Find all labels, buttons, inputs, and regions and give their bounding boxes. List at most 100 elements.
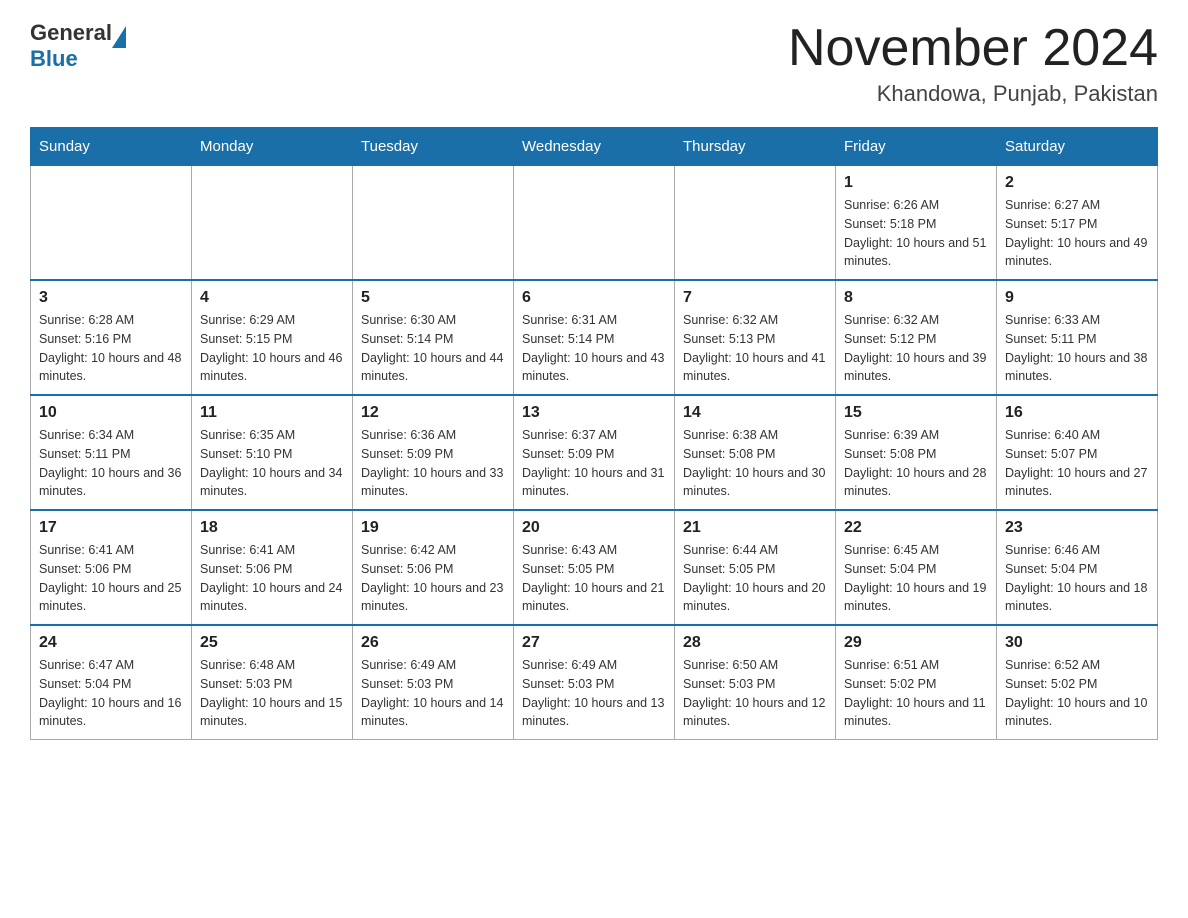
day-info: Sunrise: 6:45 AMSunset: 5:04 PMDaylight:…: [844, 541, 988, 616]
calendar-cell: 6 Sunrise: 6:31 AMSunset: 5:14 PMDaylight…: [514, 280, 675, 395]
day-info: Sunrise: 6:41 AMSunset: 5:06 PMDaylight:…: [200, 541, 344, 616]
title-section: November 2024 Khandowa, Punjab, Pakistan: [788, 20, 1158, 107]
calendar-cell: 30 Sunrise: 6:52 AMSunset: 5:02 PMDayligh…: [997, 625, 1158, 740]
calendar-cell: 24 Sunrise: 6:47 AMSunset: 5:04 PMDayligh…: [31, 625, 192, 740]
day-info: Sunrise: 6:29 AMSunset: 5:15 PMDaylight:…: [200, 311, 344, 386]
calendar-cell: 13 Sunrise: 6:37 AMSunset: 5:09 PMDayligh…: [514, 395, 675, 510]
day-number: 7: [683, 289, 827, 307]
day-info: Sunrise: 6:49 AMSunset: 5:03 PMDaylight:…: [361, 656, 505, 731]
day-of-week-header: Wednesday: [514, 128, 675, 166]
day-number: 12: [361, 404, 505, 422]
day-number: 13: [522, 404, 666, 422]
day-of-week-header: Tuesday: [353, 128, 514, 166]
calendar-cell: 4 Sunrise: 6:29 AMSunset: 5:15 PMDaylight…: [192, 280, 353, 395]
calendar-week-row: 17 Sunrise: 6:41 AMSunset: 5:06 PMDayligh…: [31, 510, 1158, 625]
day-number: 24: [39, 634, 183, 652]
day-number: 17: [39, 519, 183, 537]
calendar-cell: 10Sunrise: 6:34 AMSunset: 5:11 PMDayligh…: [31, 395, 192, 510]
day-info: Sunrise: 6:44 AMSunset: 5:05 PMDaylight:…: [683, 541, 827, 616]
day-info: Sunrise: 6:47 AMSunset: 5:04 PMDaylight:…: [39, 656, 183, 731]
day-info: Sunrise: 6:39 AMSunset: 5:08 PMDaylight:…: [844, 426, 988, 501]
day-number: 1: [844, 174, 988, 192]
calendar-cell: 17 Sunrise: 6:41 AMSunset: 5:06 PMDayligh…: [31, 510, 192, 625]
day-info: Sunrise: 6:27 AMSunset: 5:17 PMDaylight:…: [1005, 196, 1149, 271]
calendar-cell: 8 Sunrise: 6:32 AMSunset: 5:12 PMDaylight…: [836, 280, 997, 395]
day-number: 9: [1005, 289, 1149, 307]
calendar-cell: 21Sunrise: 6:44 AMSunset: 5:05 PMDayligh…: [675, 510, 836, 625]
page-header: General Blue November 2024 Khandowa, Pun…: [30, 20, 1158, 107]
calendar-cell: 23 Sunrise: 6:46 AMSunset: 5:04 PMDayligh…: [997, 510, 1158, 625]
calendar-cell: [514, 166, 675, 281]
day-number: 30: [1005, 634, 1149, 652]
day-number: 18: [200, 519, 344, 537]
day-info: Sunrise: 6:34 AMSunset: 5:11 PMDaylight:…: [39, 426, 183, 501]
day-number: 5: [361, 289, 505, 307]
calendar-cell: 27 Sunrise: 6:49 AMSunset: 5:03 PMDayligh…: [514, 625, 675, 740]
day-info: Sunrise: 6:32 AMSunset: 5:13 PMDaylight:…: [683, 311, 827, 386]
day-of-week-header: Friday: [836, 128, 997, 166]
calendar-cell: 11 Sunrise: 6:35 AMSunset: 5:10 PMDayligh…: [192, 395, 353, 510]
day-number: 22: [844, 519, 988, 537]
location-subtitle: Khandowa, Punjab, Pakistan: [788, 81, 1158, 107]
month-year-title: November 2024: [788, 20, 1158, 77]
calendar-cell: 3Sunrise: 6:28 AMSunset: 5:16 PMDaylight…: [31, 280, 192, 395]
day-info: Sunrise: 6:42 AMSunset: 5:06 PMDaylight:…: [361, 541, 505, 616]
calendar-header-row: SundayMondayTuesdayWednesdayThursdayFrid…: [31, 128, 1158, 166]
calendar-cell: 18 Sunrise: 6:41 AMSunset: 5:06 PMDayligh…: [192, 510, 353, 625]
day-number: 11: [200, 404, 344, 422]
day-info: Sunrise: 6:37 AMSunset: 5:09 PMDaylight:…: [522, 426, 666, 501]
logo: General Blue: [30, 20, 126, 72]
logo-general-text: General: [30, 20, 112, 46]
day-number: 26: [361, 634, 505, 652]
calendar-cell: 7 Sunrise: 6:32 AMSunset: 5:13 PMDaylight…: [675, 280, 836, 395]
day-info: Sunrise: 6:31 AMSunset: 5:14 PMDaylight:…: [522, 311, 666, 386]
calendar-cell: [675, 166, 836, 281]
day-info: Sunrise: 6:30 AMSunset: 5:14 PMDaylight:…: [361, 311, 505, 386]
day-info: Sunrise: 6:35 AMSunset: 5:10 PMDaylight:…: [200, 426, 344, 501]
day-info: Sunrise: 6:49 AMSunset: 5:03 PMDaylight:…: [522, 656, 666, 731]
day-number: 16: [1005, 404, 1149, 422]
day-info: Sunrise: 6:41 AMSunset: 5:06 PMDaylight:…: [39, 541, 183, 616]
day-number: 29: [844, 634, 988, 652]
day-number: 14: [683, 404, 827, 422]
calendar-cell: 19Sunrise: 6:42 AMSunset: 5:06 PMDayligh…: [353, 510, 514, 625]
calendar-cell: 25Sunrise: 6:48 AMSunset: 5:03 PMDayligh…: [192, 625, 353, 740]
day-of-week-header: Saturday: [997, 128, 1158, 166]
day-info: Sunrise: 6:46 AMSunset: 5:04 PMDaylight:…: [1005, 541, 1149, 616]
day-info: Sunrise: 6:36 AMSunset: 5:09 PMDaylight:…: [361, 426, 505, 501]
day-info: Sunrise: 6:52 AMSunset: 5:02 PMDaylight:…: [1005, 656, 1149, 731]
calendar-cell: 9 Sunrise: 6:33 AMSunset: 5:11 PMDaylight…: [997, 280, 1158, 395]
day-info: Sunrise: 6:38 AMSunset: 5:08 PMDaylight:…: [683, 426, 827, 501]
day-info: Sunrise: 6:26 AMSunset: 5:18 PMDaylight:…: [844, 196, 988, 271]
calendar-cell: 14 Sunrise: 6:38 AMSunset: 5:08 PMDayligh…: [675, 395, 836, 510]
day-number: 6: [522, 289, 666, 307]
day-of-week-header: Sunday: [31, 128, 192, 166]
calendar-cell: 26 Sunrise: 6:49 AMSunset: 5:03 PMDayligh…: [353, 625, 514, 740]
day-number: 23: [1005, 519, 1149, 537]
day-info: Sunrise: 6:50 AMSunset: 5:03 PMDaylight:…: [683, 656, 827, 731]
calendar-cell: [353, 166, 514, 281]
day-info: Sunrise: 6:40 AMSunset: 5:07 PMDaylight:…: [1005, 426, 1149, 501]
day-info: Sunrise: 6:33 AMSunset: 5:11 PMDaylight:…: [1005, 311, 1149, 386]
calendar-cell: 15Sunrise: 6:39 AMSunset: 5:08 PMDayligh…: [836, 395, 997, 510]
calendar-cell: [192, 166, 353, 281]
calendar-cell: 29 Sunrise: 6:51 AMSunset: 5:02 PMDayligh…: [836, 625, 997, 740]
calendar-cell: 1 Sunrise: 6:26 AMSunset: 5:18 PMDaylight…: [836, 166, 997, 281]
calendar-table: SundayMondayTuesdayWednesdayThursdayFrid…: [30, 127, 1158, 740]
day-of-week-header: Monday: [192, 128, 353, 166]
day-number: 4: [200, 289, 344, 307]
calendar-week-row: 3Sunrise: 6:28 AMSunset: 5:16 PMDaylight…: [31, 280, 1158, 395]
day-number: 2: [1005, 174, 1149, 192]
day-number: 8: [844, 289, 988, 307]
calendar-week-row: 1 Sunrise: 6:26 AMSunset: 5:18 PMDaylight…: [31, 166, 1158, 281]
calendar-cell: 12 Sunrise: 6:36 AMSunset: 5:09 PMDayligh…: [353, 395, 514, 510]
day-number: 27: [522, 634, 666, 652]
day-info: Sunrise: 6:51 AMSunset: 5:02 PMDaylight:…: [844, 656, 988, 731]
day-info: Sunrise: 6:32 AMSunset: 5:12 PMDaylight:…: [844, 311, 988, 386]
calendar-cell: 2 Sunrise: 6:27 AMSunset: 5:17 PMDaylight…: [997, 166, 1158, 281]
calendar-cell: 20Sunrise: 6:43 AMSunset: 5:05 PMDayligh…: [514, 510, 675, 625]
calendar-week-row: 10Sunrise: 6:34 AMSunset: 5:11 PMDayligh…: [31, 395, 1158, 510]
day-info: Sunrise: 6:28 AMSunset: 5:16 PMDaylight:…: [39, 311, 183, 386]
day-number: 20: [522, 519, 666, 537]
logo-triangle-icon: [112, 26, 126, 48]
